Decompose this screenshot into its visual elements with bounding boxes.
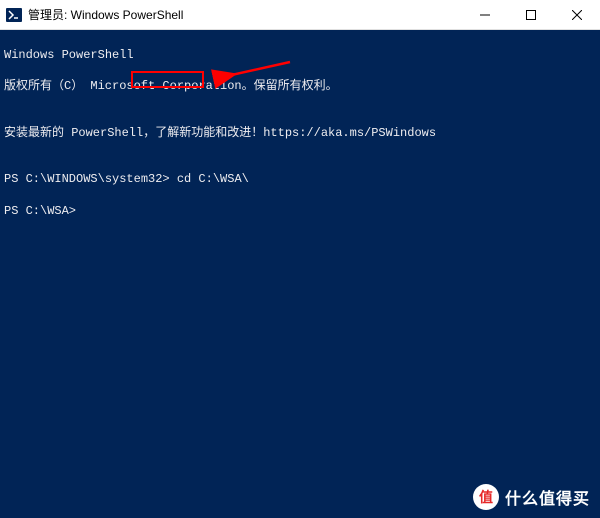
minimize-button[interactable] (462, 0, 508, 29)
window-title: 管理员: Windows PowerShell (28, 6, 183, 23)
watermark: 值 什么值得买 (473, 484, 590, 510)
prompt-command: cd C:\WSA\ (177, 172, 249, 186)
watermark-badge-icon: 值 (473, 484, 499, 510)
close-button[interactable] (554, 0, 600, 29)
powershell-icon (6, 7, 22, 23)
watermark-text: 什么值得买 (505, 485, 590, 509)
terminal-line: 安装最新的 PowerShell，了解新功能和改进！https://aka.ms… (4, 126, 596, 142)
terminal-line: Windows PowerShell (4, 48, 596, 64)
prompt-prefix: PS C:\WINDOWS\system32> (4, 172, 177, 186)
maximize-button[interactable] (508, 0, 554, 29)
window-titlebar: 管理员: Windows PowerShell (0, 0, 600, 30)
terminal-line: 版权所有（C） Microsoft Corporation。保留所有权利。 (4, 79, 596, 95)
titlebar-left: 管理员: Windows PowerShell (0, 6, 183, 23)
terminal-content[interactable]: Windows PowerShell 版权所有（C） Microsoft Cor… (0, 30, 600, 237)
window-controls (462, 0, 600, 29)
terminal-prompt-line: PS C:\WSA> (4, 204, 596, 220)
terminal-prompt-line: PS C:\WINDOWS\system32> cd C:\WSA\ (4, 172, 596, 188)
